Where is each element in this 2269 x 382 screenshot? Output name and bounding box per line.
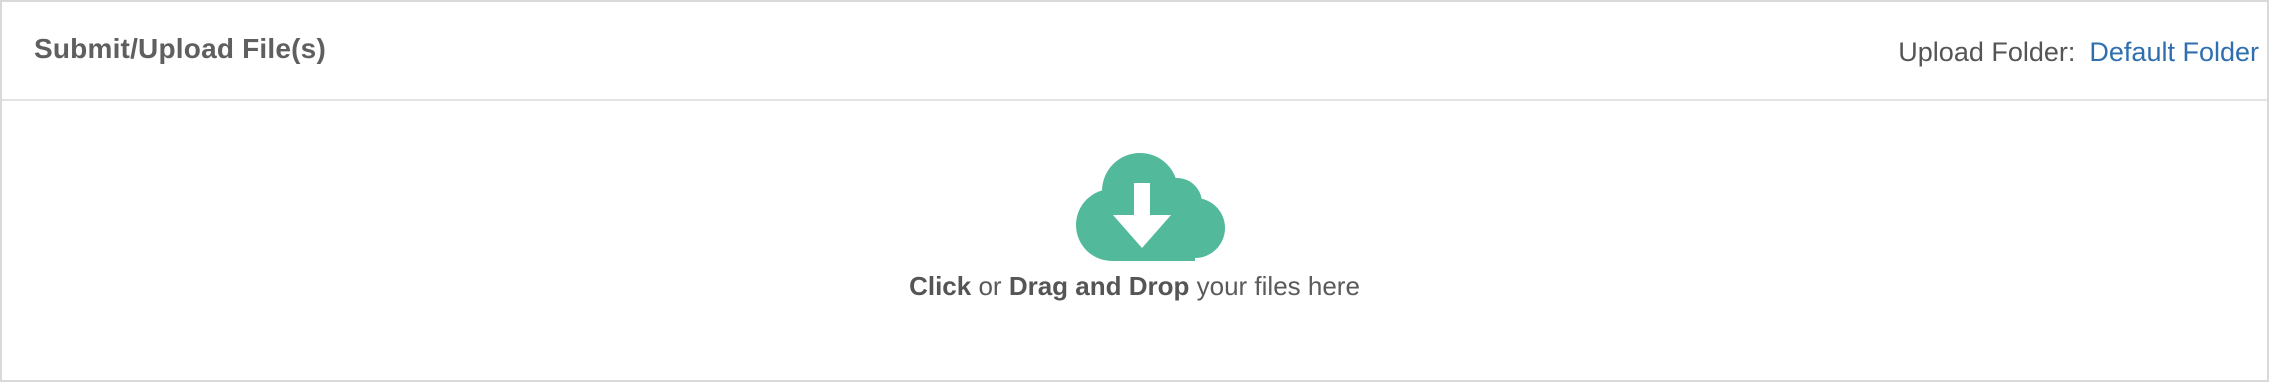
click-text: Click [909, 271, 972, 301]
panel-header: Submit/Upload File(s) Upload Folder: Defa… [2, 2, 2267, 101]
cloud-download-icon [1076, 153, 1225, 261]
upload-folder-link[interactable]: Default Folder [2089, 37, 2259, 67]
dropzone-instructions: Click or Drag and Drop your files here [2, 271, 2267, 302]
dropzone-suffix-text: your files here [1196, 271, 1360, 301]
panel-title: Submit/Upload File(s) [34, 33, 326, 64]
drag-drop-text: Drag and Drop [1008, 271, 1190, 301]
upload-folder-label: Upload Folder: [1898, 37, 2076, 67]
upload-panel: Submit/Upload File(s) Upload Folder: Defa… [0, 0, 2269, 382]
or-text: or [978, 271, 1002, 301]
upload-folder: Upload Folder: Default Folder [1898, 37, 2259, 68]
file-dropzone[interactable]: Click or Drag and Drop your files here [2, 101, 2267, 380]
